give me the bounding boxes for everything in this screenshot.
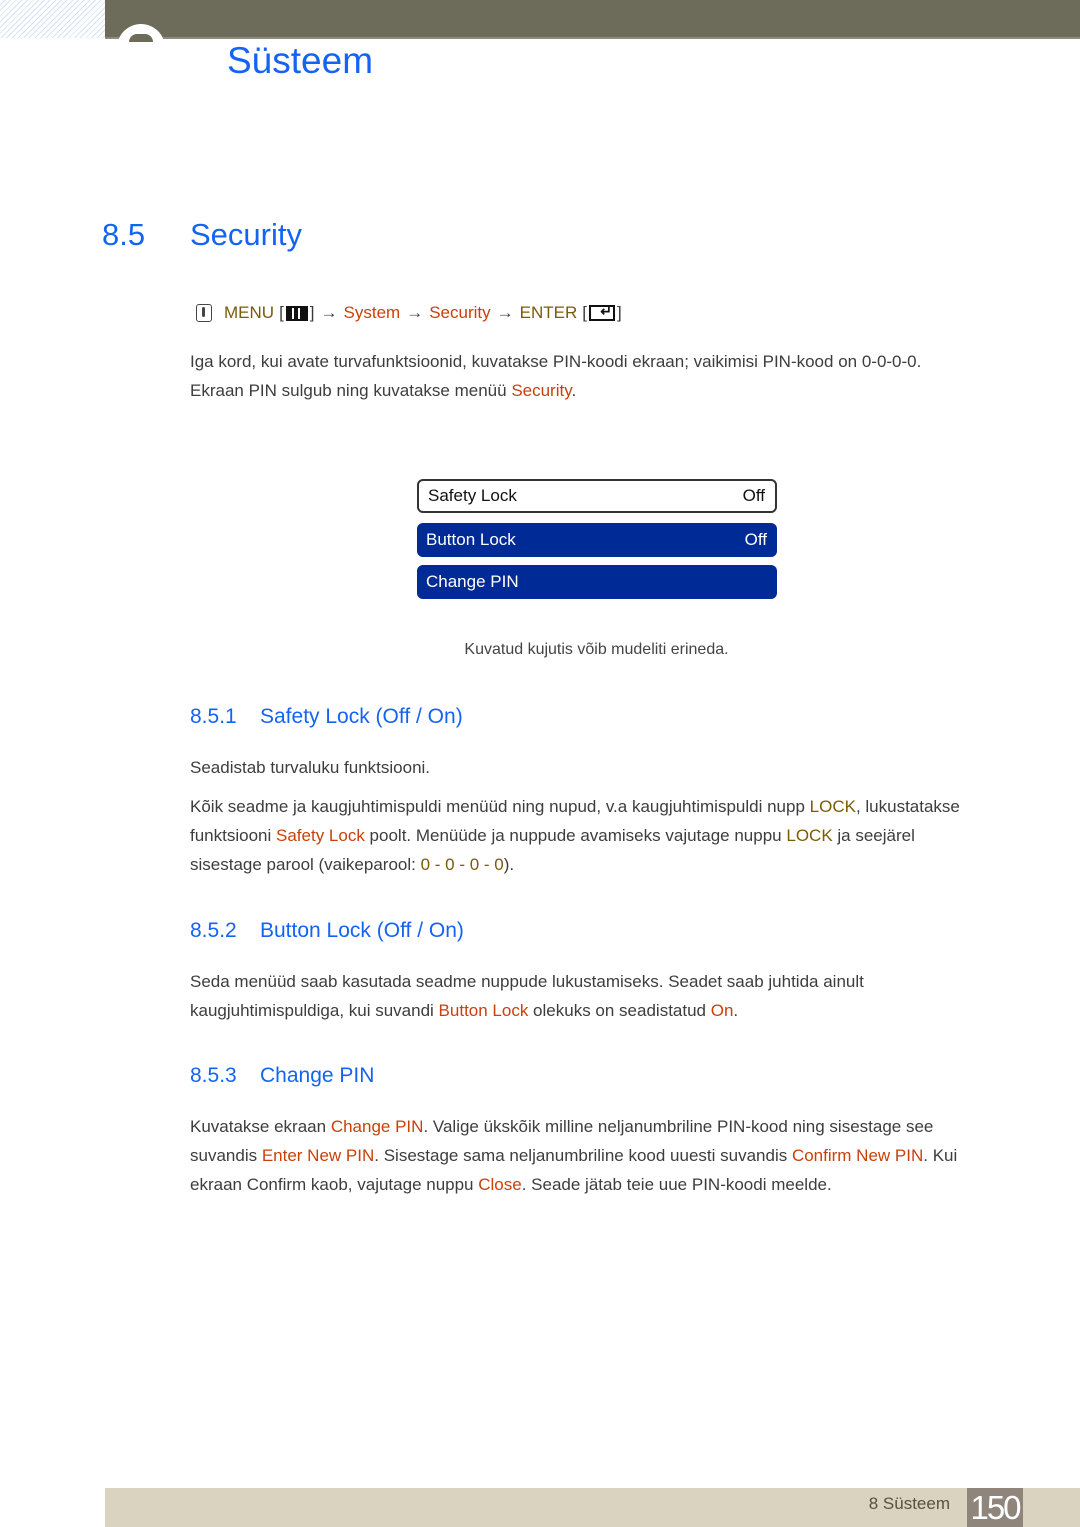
section-heading: 8.5 Security bbox=[102, 217, 302, 253]
menu-path-security: Security bbox=[429, 303, 491, 322]
text: suvandis bbox=[190, 1146, 262, 1165]
text: Kuvatakse ekraan bbox=[190, 1117, 331, 1136]
text: Seda menüüd saab kasutada seadme nuppude… bbox=[190, 972, 864, 991]
menu-path: MENU [ ] → System → Security → ENTER [ ] bbox=[196, 303, 622, 323]
arrow-right-icon: → bbox=[496, 303, 514, 322]
text: . Seade jätab teie uue PIN-koodi meelde. bbox=[521, 1175, 832, 1194]
subsection-heading-safety-lock: 8.5.1 Safety Lock (Off / On) bbox=[190, 705, 463, 729]
subsection-number: 8.5.2 bbox=[190, 919, 237, 942]
remote-touch-icon bbox=[196, 304, 212, 322]
menu-path-system: System bbox=[343, 303, 401, 322]
menu-button-icon bbox=[285, 305, 308, 321]
text: . Valige ükskõik milline neljanumbriline… bbox=[423, 1117, 934, 1136]
highlight-safety-lock: Safety Lock bbox=[276, 826, 365, 845]
highlight-button-lock: Button Lock bbox=[438, 1001, 529, 1020]
osd-item-button-lock[interactable]: Button Lock Off bbox=[417, 523, 777, 557]
highlight-security: Security bbox=[511, 381, 572, 400]
subsection-heading-change-pin: 8.5.3 Change PIN bbox=[190, 1064, 374, 1088]
osd-item-value: Off bbox=[742, 486, 765, 505]
osd-item-label: Button Lock bbox=[426, 530, 516, 549]
bracket: [ bbox=[582, 303, 587, 322]
menu-path-menu: MENU bbox=[224, 303, 275, 322]
highlight-default-pin: 0 - 0 - 0 - 0 bbox=[420, 855, 504, 874]
arrow-right-icon: → bbox=[406, 303, 424, 322]
section-title: Security bbox=[190, 217, 302, 252]
page-number: 150 bbox=[967, 1488, 1023, 1527]
highlight-change-pin: Change PIN bbox=[330, 1117, 424, 1136]
button-lock-description: Seda menüüd saab kasutada seadme nuppude… bbox=[190, 967, 1010, 1025]
text: , lukustatakse bbox=[855, 797, 960, 816]
subsection-title: Safety Lock (Off / On) bbox=[260, 705, 463, 728]
change-pin-description: Kuvatakse ekraan Change PIN. Valige üksk… bbox=[190, 1112, 1010, 1199]
text: . bbox=[733, 1001, 739, 1020]
enter-button-icon bbox=[589, 303, 615, 321]
text: ja seejärel bbox=[832, 826, 915, 845]
osd-item-label: Safety Lock bbox=[428, 486, 517, 505]
text: . Sisestage sama neljanumbriline kood uu… bbox=[374, 1146, 792, 1165]
text: ekraan Confirm kaob, vajutage nuppu bbox=[190, 1175, 479, 1194]
intro-line-2: Ekraan PIN sulgub ning kuvatakse menüü bbox=[190, 381, 512, 400]
text: ). bbox=[503, 855, 515, 874]
osd-item-value: Off bbox=[744, 530, 767, 549]
subsection-title: Button Lock (Off / On) bbox=[260, 919, 464, 942]
header-bar bbox=[105, 0, 1080, 39]
text: funktsiooni bbox=[190, 826, 276, 845]
footer-chapter-label: 8 Süsteem bbox=[868, 1494, 950, 1513]
highlight-on: On bbox=[710, 1001, 734, 1020]
arrow-right-icon: → bbox=[320, 303, 338, 322]
intro-paragraph: Iga kord, kui avate turvafunktsioonid, k… bbox=[190, 347, 1010, 405]
text: poolt. Menüüde ja nuppude avamiseks vaju… bbox=[364, 826, 787, 845]
punctuation: . bbox=[571, 381, 577, 400]
header-hatch-decoration bbox=[0, 0, 105, 38]
subsection-heading-button-lock: 8.5.2 Button Lock (Off / On) bbox=[190, 919, 464, 943]
highlight-lock: LOCK bbox=[786, 826, 833, 845]
subsection-title: Change PIN bbox=[260, 1064, 375, 1087]
bracket: ] bbox=[309, 303, 315, 322]
subsection-number: 8.5.1 bbox=[190, 705, 237, 728]
menu-path-enter: ENTER bbox=[519, 303, 578, 322]
text: Kõik seadme ja kaugjuhtimispuldi menüüd … bbox=[190, 797, 810, 816]
bracket: [ bbox=[279, 303, 284, 322]
text: sisestage parool (vaikeparool: bbox=[190, 855, 421, 874]
image-caption: Kuvatud kujutis võib mudeliti erineda. bbox=[464, 641, 729, 658]
highlight-confirm-new-pin: Confirm New PIN bbox=[791, 1146, 924, 1165]
osd-item-label: Change PIN bbox=[426, 572, 519, 591]
highlight-lock: LOCK bbox=[809, 797, 856, 816]
section-number: 8.5 bbox=[102, 217, 146, 252]
text: . Kui bbox=[923, 1146, 958, 1165]
chapter-number-badge bbox=[117, 24, 167, 54]
text: kaugjuhtimispuldiga, kui suvandi bbox=[190, 1001, 439, 1020]
osd-item-change-pin[interactable]: Change PIN bbox=[417, 565, 777, 599]
highlight-enter-new-pin: Enter New PIN bbox=[261, 1146, 375, 1165]
highlight-close: Close bbox=[478, 1175, 522, 1194]
intro-line-1: Iga kord, kui avate turvafunktsioonid, k… bbox=[190, 352, 922, 371]
chapter-title: Süsteem bbox=[227, 40, 374, 81]
osd-item-safety-lock[interactable]: Safety Lock Off bbox=[417, 479, 777, 513]
bracket: ] bbox=[617, 303, 622, 322]
safety-lock-description: Seadistab turvaluku funktsiooni. bbox=[190, 758, 431, 777]
text: olekuks on seadistatud bbox=[528, 1001, 711, 1020]
subsection-number: 8.5.3 bbox=[190, 1064, 237, 1087]
safety-lock-details: Kõik seadme ja kaugjuhtimispuldi menüüd … bbox=[190, 792, 1010, 879]
